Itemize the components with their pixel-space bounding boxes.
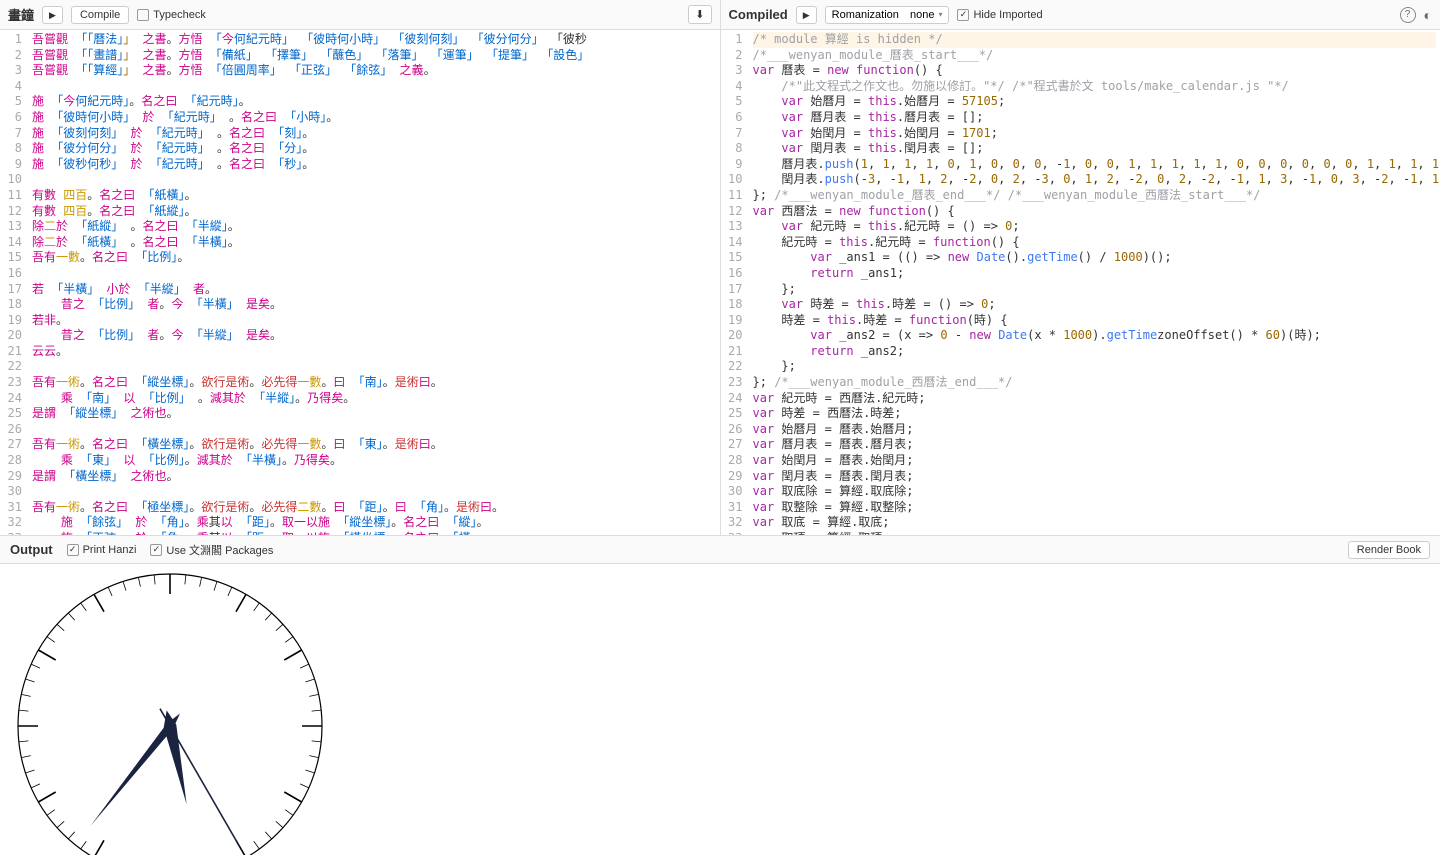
checkbox-icon: [137, 9, 149, 21]
theme-toggle-icon[interactable]: [1424, 7, 1432, 23]
line-gutter: 1234567891011121314151617181920212223242…: [0, 30, 28, 535]
compiled-pane: Compiled Romanization none ▾ Hide Import…: [721, 0, 1440, 535]
clock-hands: [90, 709, 240, 848]
output-toolbar: Output Print Hanzi Use 文淵閣 Packages Rend…: [0, 536, 1440, 564]
typecheck-label: Typecheck: [153, 9, 206, 21]
romanization-label: Romanization: [832, 9, 899, 21]
typecheck-toggle[interactable]: Typecheck: [137, 9, 206, 21]
clock-ticks: [18, 574, 322, 855]
output-title: Output: [10, 542, 53, 557]
clock-svg: [10, 566, 330, 855]
romanization-value: none: [910, 9, 934, 21]
romanization-select[interactable]: Romanization none ▾: [825, 6, 950, 24]
checkbox-icon: [957, 9, 969, 21]
source-pane: 畫鐘 Compile Typecheck 1234567891011121314…: [0, 0, 721, 535]
source-code[interactable]: 吾嘗觀 「「曆法」」 之書。方悟 「今何紀元時」 「彼時何小時」 「彼刻何刻」 …: [28, 30, 720, 535]
source-toolbar: 畫鐘 Compile Typecheck: [0, 0, 720, 30]
compiled-editor[interactable]: 1234567891011121314151617181920212223242…: [721, 30, 1440, 535]
compiled-toolbar: Compiled Romanization none ▾ Hide Import…: [721, 0, 1440, 30]
help-icon[interactable]: ?: [1400, 7, 1416, 23]
play-icon: [803, 9, 810, 21]
file-title: 畫鐘: [8, 5, 34, 24]
output-canvas: [0, 564, 1440, 855]
output-pane: Output Print Hanzi Use 文淵閣 Packages Rend…: [0, 535, 1440, 855]
download-button[interactable]: [688, 5, 711, 24]
compiled-code: /* module 算經 is hidden *//*___wenyan_mod…: [749, 30, 1440, 535]
run-compiled-button[interactable]: [796, 6, 817, 24]
use-packages-label: Use 文淵閣 Packages: [166, 542, 273, 558]
use-packages-toggle[interactable]: Use 文淵閣 Packages: [150, 542, 273, 558]
clock-rim: [18, 574, 322, 855]
download-icon: [695, 8, 704, 21]
hide-imported-toggle[interactable]: Hide Imported: [957, 9, 1042, 21]
hide-imported-label: Hide Imported: [973, 9, 1042, 21]
chevron-down-icon: ▾: [938, 10, 942, 19]
checkbox-icon: [150, 544, 162, 556]
render-book-button[interactable]: Render Book: [1348, 541, 1430, 559]
run-button[interactable]: [42, 6, 63, 24]
compile-button[interactable]: Compile: [71, 6, 129, 24]
print-hanzi-label: Print Hanzi: [83, 544, 137, 556]
play-icon: [49, 9, 56, 21]
line-gutter: 1234567891011121314151617181920212223242…: [721, 30, 749, 535]
checkbox-icon: [67, 544, 79, 556]
source-editor[interactable]: 1234567891011121314151617181920212223242…: [0, 30, 720, 535]
print-hanzi-toggle[interactable]: Print Hanzi: [67, 544, 137, 556]
compiled-title: Compiled: [729, 7, 788, 22]
